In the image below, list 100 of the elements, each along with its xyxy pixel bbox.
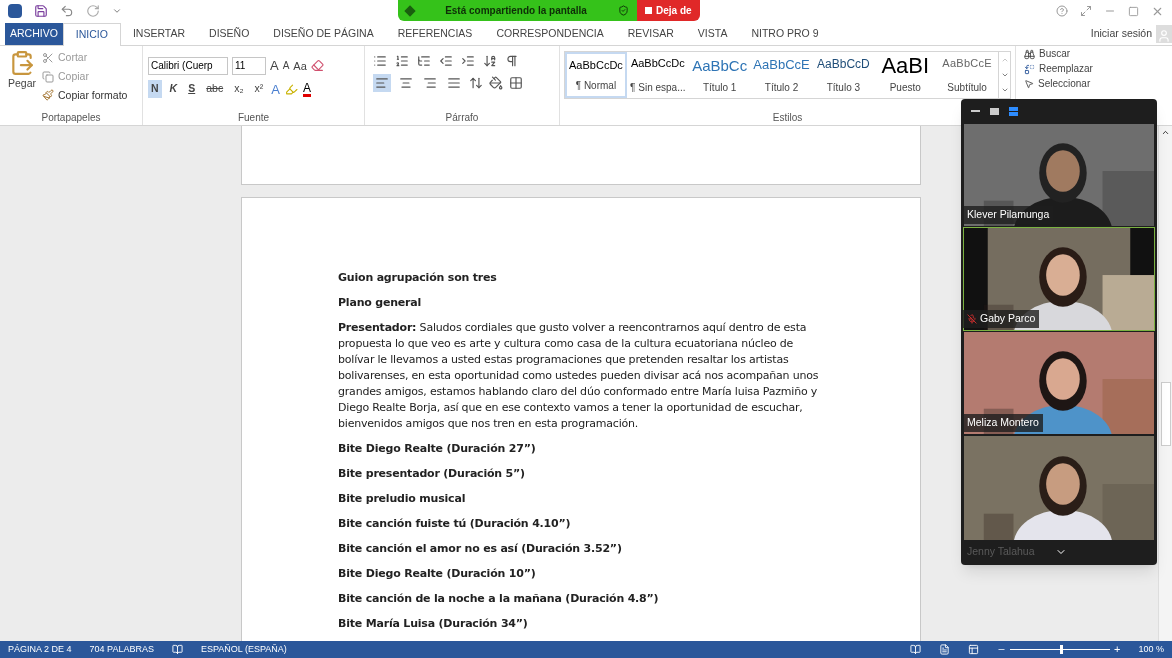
style-item[interactable]: AaBI Puesto	[874, 52, 937, 98]
paste-button[interactable]: Pegar	[8, 50, 36, 110]
ribbon-tab[interactable]: CORRESPONDENCIA	[484, 23, 616, 45]
gallery-down-icon[interactable]	[1000, 71, 1009, 79]
page-count[interactable]: PÁGINA 2 DE 4	[8, 642, 72, 657]
document-heading: Bite Diego Realte (Duración 10”)	[338, 566, 537, 582]
group-label: Estilos	[772, 111, 803, 125]
font-style-button[interactable]: N	[148, 80, 162, 99]
vertical-scrollbar[interactable]	[1158, 126, 1172, 641]
scroll-up-icon[interactable]	[1161, 128, 1170, 137]
document-heading: Bite María Luisa (Duración 34”)	[338, 616, 529, 632]
increase-indent-icon[interactable]	[461, 54, 475, 68]
format-painter-button[interactable]: Copiar formato	[42, 87, 128, 104]
group-label: Párrafo	[445, 111, 479, 125]
proofing-icon[interactable]	[171, 644, 183, 655]
style-item[interactable]: AaBbCcE Subtítulo	[936, 52, 999, 98]
font-size-field[interactable]: 11	[232, 56, 266, 75]
read-mode-icon[interactable]	[910, 644, 922, 655]
change-case-button[interactable]: Aa	[293, 57, 307, 74]
document-heading: Bite canción el amor no es así (Duración 3.52”)	[338, 541, 623, 557]
print-layout-icon[interactable]	[939, 644, 951, 655]
ribbon-tab[interactable]: REVISAR	[615, 23, 686, 45]
save-icon[interactable]	[34, 4, 48, 18]
shield-icon	[618, 5, 629, 16]
participant-name: Meliza Montero	[963, 414, 1043, 432]
word-count[interactable]: 704 PALABRAS	[89, 642, 154, 657]
ribbon-tab[interactable]: VISTA	[685, 23, 740, 45]
ribbon-tab[interactable]: DISEÑO DE PÁGINA	[261, 23, 386, 45]
word-logo-icon[interactable]	[8, 4, 22, 18]
ribbon-tab[interactable]: DISEÑO	[197, 23, 262, 45]
participant-name: Gaby Parco	[963, 310, 1040, 328]
gallery-view-icon[interactable]	[1009, 106, 1018, 116]
grow-font-button[interactable]: A	[270, 56, 279, 76]
bullets-icon[interactable]	[373, 54, 387, 68]
ribbon-tab[interactable]: INSERTAR	[120, 23, 198, 45]
align-button[interactable]	[373, 74, 391, 92]
sign-in-link[interactable]: Iniciar sesión	[1090, 25, 1152, 42]
document-heading: Bite canción fuiste tú (Duración 4.10”)	[338, 516, 572, 532]
style-item[interactable]: AaBbCcDc ¶ Normal	[565, 52, 627, 98]
multilevel-list-icon[interactable]	[417, 54, 431, 68]
language-label[interactable]: ESPAÑOL (ESPAÑA)	[200, 642, 287, 657]
style-item[interactable]: AaBbCc Título 1	[688, 52, 751, 98]
ribbon-tab[interactable]: REFERENCIAS	[385, 23, 485, 45]
clear-format-icon[interactable]	[310, 59, 324, 73]
text-effects-button[interactable]: A	[271, 79, 280, 99]
font-name-field[interactable]: Calibri (Cuerp	[148, 56, 228, 75]
document-heading: Bite Diego Realte (Duración 27”)	[338, 441, 537, 457]
highlight-icon[interactable]	[284, 82, 298, 96]
thumbnail-view-icon[interactable]	[990, 107, 999, 115]
font-style-button[interactable]: abc	[203, 80, 227, 99]
shrink-font-button[interactable]: A	[282, 58, 290, 74]
ribbon-tab[interactable]: ARCHIVO	[5, 23, 63, 45]
borders-icon[interactable]	[509, 76, 523, 90]
font-style-button[interactable]: S	[185, 80, 199, 99]
document-heading: Bite preludio musical	[338, 491, 467, 507]
zoom-in-icon[interactable]: +	[1114, 644, 1121, 655]
font-color-button[interactable]: A	[302, 81, 311, 97]
scrollbar-thumb[interactable]	[1160, 382, 1171, 446]
pilcrow-icon[interactable]	[505, 54, 519, 68]
group-label: Portapapeles	[41, 111, 101, 125]
ribbon-tab[interactable]: NITRO PRO 9	[739, 23, 831, 45]
style-item[interactable]: AaBbCcDc ¶ Sin espa...	[626, 52, 689, 98]
font-style-button[interactable]: x₂	[231, 80, 247, 99]
redo-icon[interactable]	[86, 4, 100, 18]
find-button[interactable]: Buscar	[1024, 48, 1093, 60]
document-heading: Bite canción de la noche a la mañana (Duración 4.8”)	[338, 591, 660, 607]
zoom-thumb[interactable]	[1060, 645, 1064, 654]
copy-icon	[42, 70, 54, 83]
decrease-indent-icon[interactable]	[439, 54, 453, 68]
share-message: Está compartiendo la pantalla	[444, 4, 588, 18]
font-style-button[interactable]: K	[166, 80, 181, 99]
document-heading: Guion agrupación son tres	[338, 270, 498, 286]
font-style-button[interactable]: x²	[251, 80, 267, 99]
select-button[interactable]: Seleccionar	[1024, 78, 1093, 90]
help-icon[interactable]	[1056, 5, 1068, 17]
document-heading: Bite presentador (Duración 5”)	[338, 466, 526, 482]
numbering-icon[interactable]	[395, 54, 409, 68]
ribbon-display-icon[interactable]	[1080, 5, 1092, 17]
stop-icon	[645, 7, 652, 14]
web-layout-icon[interactable]	[968, 644, 980, 655]
pointer-icon	[1024, 79, 1034, 89]
sort-icon[interactable]	[483, 54, 497, 68]
style-item[interactable]: AaBbCcE Título 2	[750, 52, 813, 98]
line-spacing-icon[interactable]	[469, 76, 483, 90]
binoculars-icon	[1024, 48, 1035, 60]
zoom-level[interactable]: 100 %	[1138, 642, 1164, 657]
clipboard-icon	[9, 50, 35, 76]
scissors-icon	[42, 51, 54, 64]
ribbon-tab[interactable]: INICIO	[62, 23, 121, 46]
group-label: Fuente	[237, 111, 270, 125]
paintbrush-icon	[42, 89, 54, 102]
shading-icon[interactable]	[489, 76, 503, 90]
undo-icon[interactable]	[60, 4, 74, 18]
restore-icon[interactable]	[1128, 5, 1139, 17]
stop-share-button[interactable]: Deja de	[637, 0, 700, 21]
document-paragraph: Presentador: Saludos cordiales que gusto volver a reencontrarnos aquí dentro de esta propuesta lo que veo es arte y cultura como casa de la cultura ecuatoriana núcleo de bolívar le llevamos a usted estas programaciones que pretenden resaltar los artistas bolivarenses, en esta oportunidad como ustedes pueden divisar acá nos acompañan unos grandes amigos, estamos hablando claro del dúo conformado entre María luisa Pazmiño y Diego Realte Borja, así que en ese contexto vamos a tener la oportunidad de escuchar, bienvenidos amigos que nos tren en esta programación.	[338, 320, 820, 432]
style-item[interactable]: AaBbCcD Título 3	[812, 52, 875, 98]
replace-button[interactable]: Reemplazar	[1024, 63, 1093, 75]
customize-icon[interactable]	[112, 6, 122, 16]
replace-icon	[1024, 63, 1035, 75]
